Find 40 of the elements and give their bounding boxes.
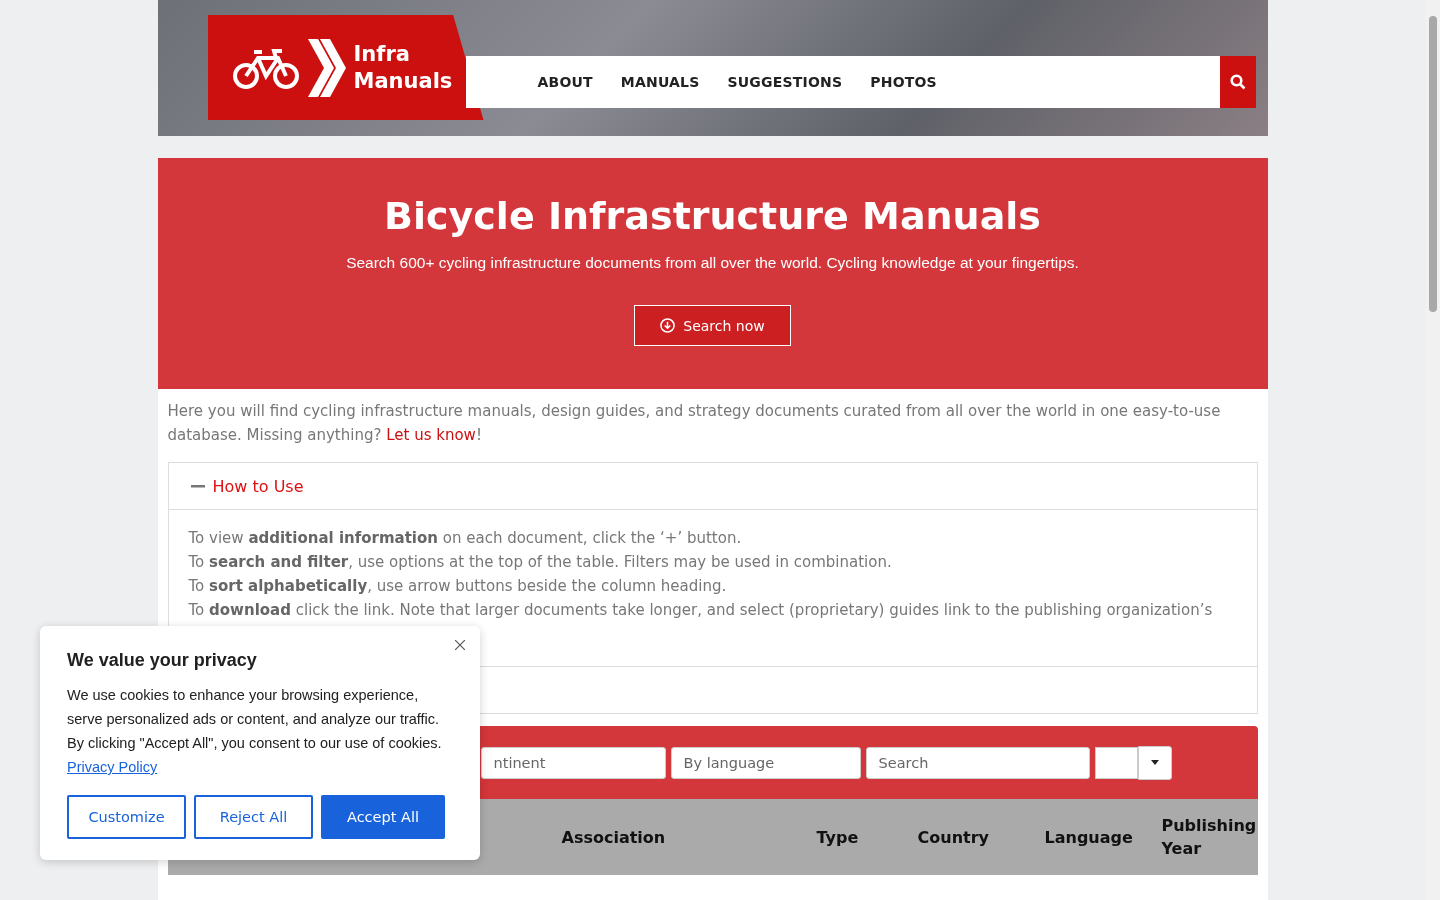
- column-header[interactable]: Type: [804, 825, 906, 849]
- column-header[interactable]: Association: [549, 825, 805, 849]
- cookie-button[interactable]: Customize: [67, 795, 186, 839]
- site-logo[interactable]: Infra Manuals: [207, 15, 484, 120]
- logo-text: Infra: [353, 40, 411, 68]
- chevrons-icon: [307, 38, 346, 97]
- close-button[interactable]: [454, 638, 466, 650]
- instruction-text: To search and filter, use options at the top of the table. Filters may be used in combination.: [188, 552, 893, 573]
- search-button[interactable]: [1219, 56, 1256, 108]
- hero-subtitle: Search 600+ cycling infrastructure documents from all over the world. Cycling knowledge at your fingertips.: [346, 254, 1079, 272]
- instruction-text: To sort alphabetically, use arrow buttons beside the column heading.: [188, 576, 728, 597]
- close-icon: [455, 640, 465, 650]
- hero-title: Bicycle Infrastructure Manuals: [384, 194, 1041, 238]
- intro-text: Here you will find cycling infrastructure manuals, design guides, and strategy documents curated from all over the world in one easy-to-use database. Missing anything? Let us know!: [167, 401, 1222, 446]
- scrollbar-thumb[interactable]: [1428, 16, 1437, 312]
- search-now-button[interactable]: Search now: [634, 305, 791, 346]
- instruction-text: To view additional information on each document, click the ‘+’ button.: [188, 528, 743, 549]
- logo-text: Manuals: [353, 67, 453, 95]
- column-header[interactable]: Country: [905, 825, 1033, 849]
- nav-link[interactable]: ABOUT: [537, 74, 593, 90]
- cookie-text: We use cookies to enhance your browsing experience, serve personalized ads or content, and analyze our traffic. By clicking "Accept All", you consent to our use of cookies. Privacy Policy: [67, 686, 443, 777]
- nav-link[interactable]: SUGGESTIONS: [727, 74, 843, 90]
- column-header[interactable]: Publishing Year: [1149, 814, 1258, 860]
- privacy-policy-link[interactable]: Privacy Policy: [67, 759, 158, 775]
- select-field[interactable]: [1094, 746, 1138, 779]
- nav-link[interactable]: MANUALS: [620, 74, 700, 90]
- cookie-title: We value your privacy: [67, 650, 258, 671]
- column-header[interactable]: Language: [1032, 825, 1150, 849]
- search-icon: [1229, 74, 1246, 90]
- cookie-button[interactable]: Reject All: [194, 795, 313, 839]
- cookie-button[interactable]: Accept All: [321, 795, 445, 839]
- instruction-text: To download click the link. Note that larger documents take longer, and select (proprietary) guides link to the publishing organization’s: [188, 600, 1214, 621]
- dropdown-button[interactable]: [1137, 745, 1172, 780]
- filter-field[interactable]: By language: [670, 746, 861, 779]
- caret-icon: [1150, 760, 1159, 765]
- download-circle-icon: [660, 318, 676, 333]
- nav-link[interactable]: PHOTOS: [870, 74, 937, 90]
- contact-link[interactable]: Let us know: [386, 426, 476, 444]
- filter-field[interactable]: Search: [865, 746, 1090, 779]
- filter-field[interactable]: ntinent: [480, 746, 666, 779]
